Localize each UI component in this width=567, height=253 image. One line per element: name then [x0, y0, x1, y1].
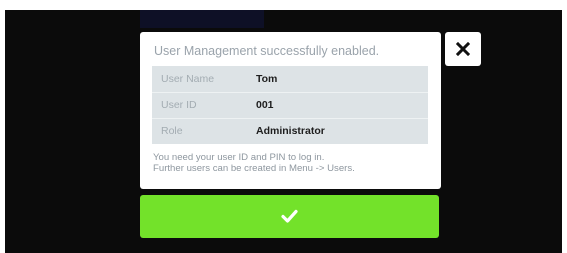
role-label: Role	[161, 125, 183, 137]
close-icon	[456, 42, 470, 56]
user-id-label: User ID	[161, 99, 197, 111]
background-header-strip	[140, 10, 264, 28]
user-management-dialog: User Management successfully enabled. Us…	[140, 32, 441, 189]
close-button[interactable]	[445, 32, 481, 66]
user-name-label: User Name	[161, 73, 215, 85]
confirm-button[interactable]	[140, 195, 439, 238]
user-id-value: 001	[256, 99, 274, 111]
hint-line-2: Further users can be created in Menu -> …	[153, 163, 355, 174]
info-row-role: Role Administrator	[152, 118, 428, 144]
info-row-user-id: User ID 001	[152, 92, 428, 118]
login-hint-text: You need your user ID and PIN to log in.…	[153, 152, 433, 174]
role-value: Administrator	[256, 125, 325, 137]
user-name-value: Tom	[256, 73, 278, 85]
checkmark-icon	[281, 209, 298, 223]
device-screen: User Management successfully enabled. Us…	[5, 10, 562, 253]
user-info-table: User Name Tom User ID 001 Role Administr…	[152, 66, 428, 144]
dialog-title: User Management successfully enabled.	[154, 44, 380, 58]
info-row-user-name: User Name Tom	[152, 66, 428, 92]
hint-line-1: You need your user ID and PIN to log in.	[153, 152, 325, 163]
